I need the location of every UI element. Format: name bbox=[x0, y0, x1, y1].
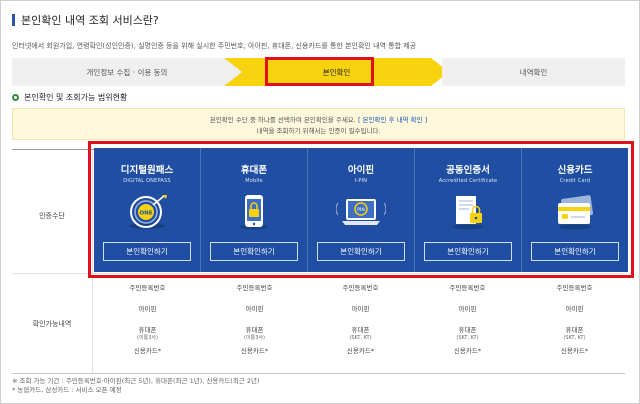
active-step-highlight bbox=[265, 57, 374, 86]
list-item: 주민등록번호 bbox=[449, 284, 486, 292]
notice-box: 본인확인 수단 중 하나를 선택하여 본인확인을 주세요. [ 본인확인 후 내… bbox=[12, 108, 625, 140]
step-history-label: 내역확인 bbox=[519, 67, 548, 77]
list-item: 신용카드* bbox=[346, 347, 375, 355]
list-item: 신용카드* bbox=[560, 347, 589, 355]
auth-cards-highlight bbox=[88, 141, 634, 278]
notice-highlight: [ 본인확인 후 내역 확인 ] bbox=[357, 116, 428, 124]
row-label-auth-method: 인증수단 bbox=[39, 212, 65, 220]
step-consent: 개인정보 수집 · 이용 동의 bbox=[12, 58, 242, 86]
heading-accent-bar bbox=[12, 14, 15, 26]
table-bottom-border bbox=[12, 373, 625, 374]
carrier-note: (SKT, KT) bbox=[349, 335, 372, 341]
list-item: 아이핀 bbox=[351, 305, 370, 313]
list-item: 아이핀 bbox=[245, 305, 264, 313]
notice-line-1: 본인확인 수단 중 하나를 선택하여 본인확인을 주세요. [ 본인확인 후 내… bbox=[13, 115, 624, 126]
section-title: 본인확인 및 조회가능 범위현황 bbox=[12, 92, 127, 103]
circle-bullet-icon bbox=[12, 94, 19, 101]
footnotes: ※ 조회 가능 기간 : 주민등록번호·아이핀(최근 5년), 휴대폰(최근 1… bbox=[12, 377, 260, 395]
list-item: 휴대폰 bbox=[458, 326, 477, 334]
carrier-note: (SKT, KT) bbox=[456, 335, 479, 341]
list-item: 주민등록번호 bbox=[236, 284, 273, 292]
available-list-ipin: 주민등록번호 아이핀 휴대폰 (SKT, KT) 신용카드* bbox=[307, 283, 414, 367]
page-title: 본인확인 내역 조회 서비스란? bbox=[21, 14, 159, 27]
list-item: 신용카드* bbox=[133, 347, 162, 355]
available-list-credit-card: 주민등록번호 아이핀 휴대폰 (SKT, KT) 신용카드* bbox=[521, 283, 628, 367]
carrier-note: (SKT, KT) bbox=[563, 335, 586, 341]
list-item: 주민등록번호 bbox=[342, 284, 379, 292]
service-intro-text: 인터넷에서 회원가입, 연령확인(성인인증), 실명인증 등을 위해 실시한 주… bbox=[12, 42, 417, 50]
list-item: 휴대폰 bbox=[351, 326, 370, 334]
row-label-available-history: 확인가능내역 bbox=[32, 320, 72, 328]
list-item: 휴대폰 bbox=[565, 326, 584, 334]
page-heading: 본인확인 내역 조회 서비스란? bbox=[12, 12, 159, 28]
notice-text: 본인확인 수단 중 하나를 선택하여 본인확인을 주세요. bbox=[209, 116, 356, 124]
available-list-certificate: 주민등록번호 아이핀 휴대폰 (SKT, KT) 신용카드* bbox=[414, 283, 521, 367]
list-item: 주민등록번호 bbox=[556, 284, 593, 292]
section-title-text: 본인확인 및 조회가능 범위현황 bbox=[24, 93, 128, 102]
carrier-note: (이통3사) bbox=[244, 335, 265, 341]
list-item: 주민등록번호 bbox=[129, 284, 166, 292]
available-list-digital-onepass: 주민등록번호 아이핀 휴대폰 (이통3사) 신용카드* bbox=[94, 283, 201, 367]
list-item: 아이핀 bbox=[565, 305, 584, 313]
list-item: 아이핀 bbox=[138, 305, 157, 313]
list-item: 휴대폰 bbox=[138, 326, 157, 334]
footnote-period: ※ 조회 가능 기간 : 주민등록번호·아이핀(최근 5년), 휴대폰(최근 1… bbox=[12, 377, 260, 385]
notice-line-2: 내역을 조회하기 위해서는 인증이 필수입니다. bbox=[256, 127, 381, 135]
step-history-check: 내역확인 bbox=[442, 58, 625, 86]
footnote-cards: * 농협카드, 삼성카드 : 서비스 오픈 예정 bbox=[12, 386, 122, 394]
step-consent-label: 개인정보 수집 · 이용 동의 bbox=[86, 67, 168, 77]
available-list-mobile: 주민등록번호 아이핀 휴대폰 (이통3사) 신용카드* bbox=[201, 283, 308, 367]
list-item: 아이핀 bbox=[458, 305, 477, 313]
list-item: 신용카드* bbox=[453, 347, 482, 355]
carrier-note: (이통3사) bbox=[137, 335, 158, 341]
list-item: 신용카드* bbox=[240, 347, 269, 355]
list-item: 휴대폰 bbox=[245, 326, 264, 334]
